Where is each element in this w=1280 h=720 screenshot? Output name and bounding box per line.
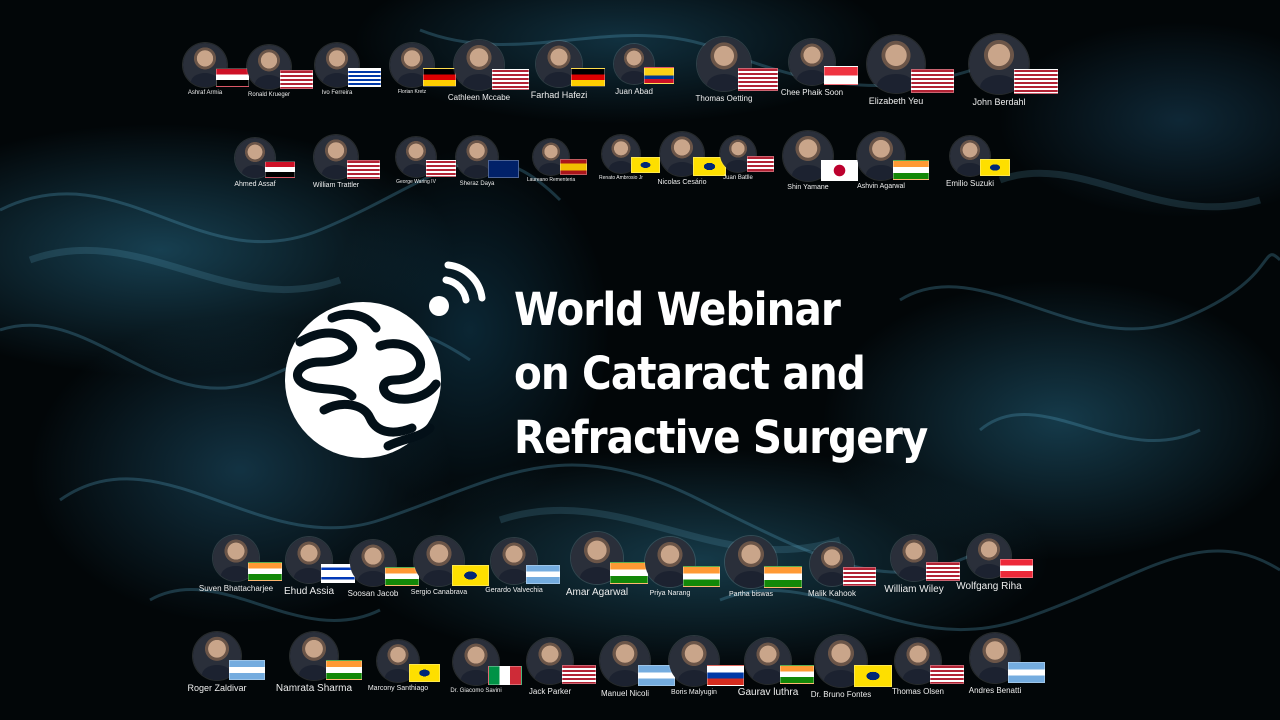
- speaker-card: Ahmed Assaf: [210, 138, 300, 189]
- speaker-name: Malik Kahook: [807, 589, 857, 598]
- austria-flag-icon: [1000, 559, 1034, 578]
- speaker-name: Ahmed Assaf: [234, 181, 276, 188]
- speaker-card: Partha biswas: [706, 536, 803, 599]
- webinar-title: World Webinar on Cataract and Refractive…: [514, 278, 928, 470]
- speaker-name: Gerardo Valvechia: [485, 587, 543, 594]
- speaker-name: Emilio Suzuki: [945, 179, 994, 188]
- speaker-card: Juan Abad: [589, 44, 679, 96]
- speaker-card: Roger Zaldivar: [172, 632, 266, 693]
- speaker-name: Suven Bhattacharjee: [198, 584, 274, 593]
- colombia-flag-icon: [644, 67, 675, 84]
- speaker-name: William Trattler: [312, 182, 360, 189]
- speaker-name: Farhad Hafezi: [530, 90, 588, 100]
- usa-flag-icon: [910, 69, 954, 93]
- speaker-name: Dr. Bruno Fontes: [810, 690, 872, 699]
- speaker-name: Cathleen Mccabe: [447, 93, 511, 102]
- speaker-name: Chee Phaik Soon: [780, 88, 844, 97]
- speaker-name: Juan Abad: [615, 87, 653, 96]
- speaker-name: Ronald Krueger: [247, 92, 291, 98]
- speaker-name: Soosan Jacob: [347, 589, 399, 598]
- argentina-flag-icon: [1007, 662, 1045, 683]
- speaker-name: Namrata Sharma: [275, 683, 353, 694]
- speaker-name: Ehud Assia: [283, 586, 335, 597]
- speaker-name: Manuel Nicoli: [600, 689, 650, 698]
- speaker-name: Ashraf Armia: [187, 90, 223, 96]
- speaker-name: Ivo Ferreira: [321, 90, 353, 96]
- speaker-name: Partha biswas: [729, 591, 773, 598]
- speaker-name: George Waring IV: [396, 179, 436, 185]
- speaker-card: Thomas Oetting: [679, 37, 778, 103]
- speaker-name: Amar Agarwal: [565, 587, 629, 598]
- speaker-card: Priya Narang: [625, 537, 720, 598]
- speaker-card: Ashvin Agarwal: [836, 132, 930, 191]
- speaker-name: Priya Narang: [649, 590, 691, 597]
- india-flag-icon: [893, 160, 930, 180]
- speaker-name: Thomas Olsen: [891, 687, 945, 696]
- speaker-name: Andres Benatti: [968, 686, 1022, 695]
- speaker-name: Shin Yamane: [787, 184, 829, 191]
- speaker-name: Wolfgang Riha: [956, 581, 1022, 592]
- speaker-name: William Wiley: [884, 584, 944, 595]
- speaker-card: Chee Phaik Soon: [767, 39, 858, 97]
- speaker-card: Andres Benatti: [950, 633, 1045, 695]
- speaker-card: John Berdahl: [954, 34, 1059, 107]
- speaker-name: Thomas Oetting: [695, 94, 753, 103]
- speaker-name: Sheraz Daya: [459, 181, 495, 187]
- speaker-card: Elizabeth Yeu: [851, 35, 954, 106]
- speaker-name: Ashvin Agarwal: [857, 183, 905, 190]
- speaker-name: Dr. Giacomo Savini: [450, 688, 502, 694]
- webinar-globe-logo: [280, 250, 495, 470]
- speaker-card: Gerardo Valvechia: [469, 538, 560, 595]
- speaker-name: John Berdahl: [972, 97, 1026, 107]
- usa-flag-icon: [1014, 69, 1059, 94]
- speaker-name: Roger Zaldivar: [187, 683, 247, 693]
- title-line-3: Refractive Surgery: [514, 411, 928, 464]
- speaker-card: Cathleen Mccabe: [434, 40, 529, 102]
- speaker-name: Elizabeth Yeu: [868, 96, 924, 106]
- title-line-1: World Webinar: [514, 283, 841, 336]
- speaker-card: Malik Kahook: [787, 542, 877, 598]
- speaker-card: Marcony Santhiago: [353, 640, 443, 693]
- speaker-name: Juan Batlle: [723, 175, 753, 181]
- speaker-name: Boris Malyugin: [671, 689, 717, 696]
- speaker-card: William Trattler: [291, 135, 381, 190]
- speaker-card: Namrata Sharma: [269, 632, 363, 695]
- speaker-name: Laureano Rementeria: [526, 177, 576, 183]
- speaker-name: Sergio Canabrava: [410, 589, 468, 596]
- brazil-flag-icon: [980, 159, 1011, 176]
- argentina-flag-icon: [229, 660, 266, 680]
- speaker-card: Emilio Suzuki: [925, 136, 1015, 188]
- speaker-name: Florian Kretz: [397, 89, 427, 95]
- speaker-name: Gaurav luthra: [737, 687, 799, 698]
- speaker-name: Marcony Santhiago: [367, 685, 429, 692]
- speaker-card: Wolfgang Riha: [944, 534, 1034, 593]
- speaker-name: Jack Parker: [528, 687, 572, 696]
- title-line-2: on Cataract and: [514, 347, 866, 400]
